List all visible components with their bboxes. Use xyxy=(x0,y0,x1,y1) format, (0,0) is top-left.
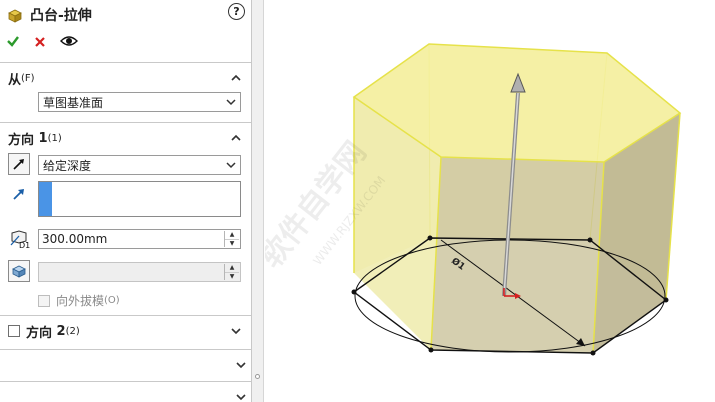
direction-vector-button[interactable] xyxy=(8,183,30,205)
direction2-section-header[interactable]: 方向 2 (2) xyxy=(8,321,246,341)
extrude-boss-icon xyxy=(8,9,22,23)
direction1-shortcut: (1) xyxy=(47,132,62,144)
draft-spinner[interactable]: ▲ ▼ xyxy=(224,264,239,280)
chevron-down-icon xyxy=(226,162,236,169)
from-label: 从 xyxy=(8,72,22,88)
from-section-header[interactable]: 从 (F) xyxy=(8,68,246,88)
from-value: 草图基准面 xyxy=(43,95,104,110)
separator xyxy=(0,62,251,63)
depth-value: 300.00mm xyxy=(42,232,108,246)
feature-title-row: 凸台-拉伸 xyxy=(6,4,246,26)
from-select[interactable]: 草图基准面 xyxy=(38,92,241,112)
reverse-direction-button[interactable] xyxy=(8,153,30,175)
draft-toggle-button[interactable] xyxy=(8,260,30,282)
spin-up-icon[interactable]: ▲ xyxy=(225,231,239,239)
direction1-section-header[interactable]: 方向 1 (1) xyxy=(8,128,246,148)
draft-angle-input[interactable]: ▲ ▼ xyxy=(38,262,241,282)
cancel-button[interactable] xyxy=(34,33,46,52)
property-manager-panel: 凸台-拉伸 ? 从 (F) 草图基准面 方向 1 (1) 给定深度 D1 300… xyxy=(0,0,251,402)
spin-up-icon[interactable]: ▲ xyxy=(225,264,239,272)
separator xyxy=(0,381,251,382)
separator xyxy=(0,349,251,350)
action-buttons xyxy=(6,32,78,52)
selection-focus-bar xyxy=(39,182,52,216)
direction-vector-field[interactable] xyxy=(38,181,241,217)
panel-splitter[interactable] xyxy=(251,0,264,402)
draft-icon xyxy=(12,265,26,278)
depth-spinner[interactable]: ▲ ▼ xyxy=(224,231,239,247)
direction-arrow-icon xyxy=(13,189,24,200)
separator xyxy=(0,315,251,316)
chevron-down-icon[interactable] xyxy=(235,391,247,402)
depth-icon-box: D1 xyxy=(8,228,30,250)
x-icon xyxy=(35,36,45,47)
end-condition-value: 给定深度 xyxy=(43,158,92,173)
direction1-number: 1 xyxy=(38,130,48,146)
chevron-down-icon[interactable] xyxy=(235,359,247,371)
direction2-shortcut: (2) xyxy=(65,325,80,337)
graphics-viewport[interactable]: Ø1 软件自学网 WWW.RJZXW.COM xyxy=(265,0,715,402)
collapsed-section[interactable] xyxy=(0,386,251,402)
draft-outward-option[interactable]: 向外拔模 (O) xyxy=(38,292,120,309)
ok-button[interactable] xyxy=(6,33,20,52)
watermark: 软件自学网 WWW.RJZXW.COM xyxy=(265,135,388,275)
draft-outward-label: 向外拔模 xyxy=(56,294,105,308)
eye-icon xyxy=(60,35,78,46)
svg-text:D1: D1 xyxy=(19,241,30,249)
chevron-down-icon xyxy=(226,99,236,106)
reverse-direction-icon xyxy=(13,159,24,170)
direction2-checkbox[interactable] xyxy=(8,325,20,337)
end-condition-select[interactable]: 给定深度 xyxy=(38,155,241,175)
draft-outward-checkbox[interactable] xyxy=(38,294,50,307)
checkmark-icon xyxy=(7,35,19,47)
help-button[interactable]: ? xyxy=(228,3,245,20)
depth-input[interactable]: 300.00mm ▲ ▼ xyxy=(38,229,241,249)
collapsed-section[interactable] xyxy=(0,354,251,376)
chevron-up-icon[interactable] xyxy=(230,132,242,144)
spin-down-icon[interactable]: ▼ xyxy=(225,238,239,248)
direction2-label: 方向 xyxy=(26,325,53,341)
direction1-label: 方向 xyxy=(8,132,35,148)
from-shortcut: (F) xyxy=(21,72,35,84)
chevron-down-icon[interactable] xyxy=(230,325,242,337)
splitter-grip[interactable] xyxy=(255,374,260,379)
depth-d1-icon: D1 xyxy=(10,230,30,249)
direction2-number: 2 xyxy=(56,323,66,339)
feature-title: 凸台-拉伸 xyxy=(30,8,92,24)
preview-button[interactable] xyxy=(60,35,78,50)
chevron-up-icon[interactable] xyxy=(230,72,242,84)
spin-down-icon[interactable]: ▼ xyxy=(225,271,239,281)
draft-outward-shortcut: (O) xyxy=(104,295,120,306)
separator xyxy=(0,122,251,123)
